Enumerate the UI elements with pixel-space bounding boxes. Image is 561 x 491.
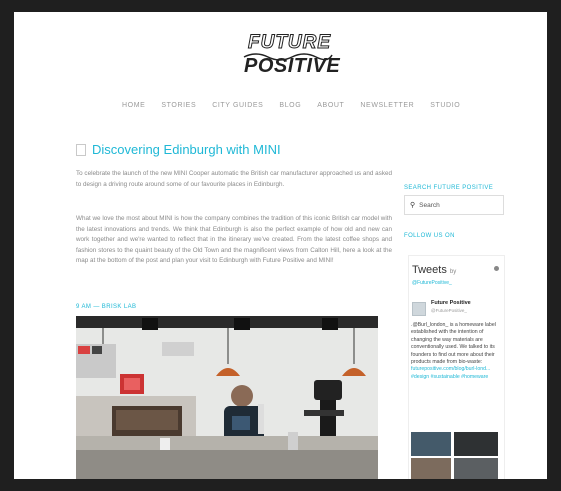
nav-item-stories[interactable]: STORIES — [161, 102, 196, 109]
tweets-by: by — [449, 269, 457, 275]
tweets-title: Tweets — [412, 264, 447, 276]
search-icon: ⚲ — [410, 202, 416, 209]
tweet-image-3[interactable] — [411, 458, 451, 479]
avatar[interactable] — [412, 302, 426, 316]
post-title[interactable]: Discovering Edinburgh with MINI — [92, 142, 281, 157]
post-paragraph-2: What we love the most about MINI is how … — [76, 215, 392, 265]
site-logo[interactable]: FUTURE POSITIVE — [242, 24, 340, 86]
search-label: SEARCH FUTURE POSITIVE — [404, 185, 494, 191]
nav-item-about[interactable]: ABOUT — [317, 102, 344, 109]
tweet-image-2[interactable] — [454, 432, 498, 456]
post-photo — [76, 316, 378, 479]
tweet-text: .@Burl_london_ is a homeware label estab… — [411, 322, 499, 381]
twitter-icon[interactable] — [494, 266, 499, 271]
nav-item-city-guides[interactable]: CITY GUIDES — [212, 102, 263, 109]
tweet-body: .@Burl_london_ is a homeware label estab… — [411, 322, 496, 366]
search-box[interactable]: ⚲ Search — [404, 195, 504, 215]
post-title-row: Discovering Edinburgh with MINI — [76, 142, 281, 157]
nav-item-home[interactable]: HOME — [122, 102, 145, 109]
twitter-widget[interactable]: Tweets by @FuturePositive_ Future Positi… — [408, 255, 505, 479]
tweet-author-name[interactable]: Future Positive — [431, 300, 471, 306]
tweet-author-handle[interactable]: @FuturePositive_ — [431, 308, 467, 313]
tweet-image-1[interactable] — [411, 432, 451, 456]
tweet-image-4[interactable] — [454, 458, 498, 479]
web-page: FUTURE POSITIVE HOME STORIES CITY GUIDES… — [14, 12, 547, 479]
tweet-link[interactable]: futurepositive.com/blog/burl-lond... #de… — [411, 366, 490, 379]
main-nav: HOME STORIES CITY GUIDES BLOG ABOUT NEWS… — [122, 102, 476, 109]
coffee-shop-image — [76, 316, 378, 479]
search-input[interactable]: Search — [419, 202, 440, 209]
document-icon — [76, 143, 86, 156]
post-paragraph-1: To celebrate the launch of the new MINI … — [76, 170, 392, 188]
post-meta: 9 AM — BRISK LAB — [76, 304, 137, 310]
tweets-handle-line[interactable]: @FuturePositive_ — [412, 280, 452, 286]
nav-item-blog[interactable]: BLOG — [279, 102, 301, 109]
nav-item-newsletter[interactable]: NEWSLETTER — [360, 102, 414, 109]
nav-item-studio[interactable]: STUDIO — [430, 102, 460, 109]
tweets-header: Tweets by — [412, 264, 456, 276]
logo-line-2: POSITIVE — [244, 55, 341, 77]
follow-label: FOLLOW US ON — [404, 233, 455, 239]
